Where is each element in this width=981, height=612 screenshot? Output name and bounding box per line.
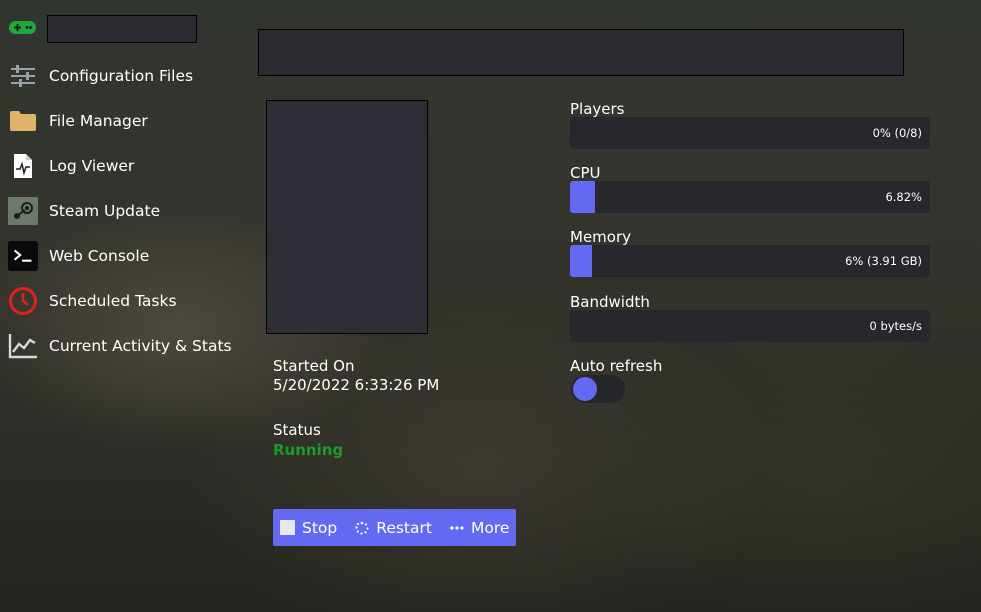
log-file-icon	[8, 151, 38, 181]
restart-button[interactable]: Restart	[355, 509, 432, 546]
restart-label: Restart	[376, 518, 432, 537]
bandwidth-label: Bandwidth	[570, 293, 650, 311]
stop-button[interactable]: Stop	[273, 509, 337, 546]
cpu-bar-fill	[570, 181, 595, 213]
sidebar-item-current-activity[interactable]: Current Activity & Stats	[0, 323, 240, 368]
server-image-redacted	[266, 100, 428, 334]
sidebar-item-label: File Manager	[49, 111, 148, 130]
sidebar-item-steam-update[interactable]: Steam Update	[0, 188, 240, 233]
more-button[interactable]: More	[450, 509, 509, 546]
sidebar-item-label: Scheduled Tasks	[49, 291, 177, 310]
server-action-bar: Stop Restart More	[273, 509, 516, 546]
sidebar-item-file-manager[interactable]: File Manager	[0, 98, 240, 143]
sliders-icon	[8, 61, 38, 91]
sidebar-item-label: Web Console	[49, 246, 150, 265]
restart-icon	[355, 521, 369, 535]
bandwidth-value: 0 bytes/s	[869, 319, 922, 333]
server-name-redacted	[47, 15, 197, 43]
stop-label: Stop	[302, 518, 338, 537]
sidebar-item-log-viewer[interactable]: Log Viewer	[0, 143, 240, 188]
memory-label: Memory	[570, 228, 632, 246]
sidebar-item-label: Configuration Files	[49, 66, 194, 85]
more-label: More	[470, 518, 510, 537]
memory-bar-fill	[570, 245, 592, 277]
cpu-label: CPU	[570, 164, 601, 182]
clock-icon	[8, 286, 38, 316]
cpu-value: 6.82%	[885, 190, 922, 204]
sidebar-item-label: Current Activity & Stats	[49, 336, 232, 355]
started-on-value: 5/20/2022 6:33:26 PM	[273, 376, 440, 394]
cpu-bar: 6.82%	[570, 181, 930, 213]
sidebar-item-web-console[interactable]: Web Console	[0, 233, 240, 278]
page-title-redacted	[258, 29, 904, 76]
stop-icon	[280, 520, 295, 535]
sidebar-item-scheduled-tasks[interactable]: Scheduled Tasks	[0, 278, 240, 323]
toggle-knob	[573, 377, 597, 401]
gamepad-icon	[9, 19, 36, 36]
players-bar: 0% (0/8)	[570, 117, 930, 149]
players-label: Players	[570, 100, 625, 118]
started-on-label: Started On	[273, 357, 355, 375]
status-label: Status	[273, 421, 321, 439]
players-value: 0% (0/8)	[872, 126, 922, 140]
sidebar-item-label: Log Viewer	[49, 156, 135, 175]
auto-refresh-toggle[interactable]	[571, 375, 625, 403]
sidebar-item-configuration-files[interactable]: Configuration Files	[0, 53, 240, 98]
auto-refresh-label: Auto refresh	[570, 357, 663, 375]
chart-icon	[8, 331, 38, 361]
steam-icon	[8, 196, 38, 226]
bandwidth-bar: 0 bytes/s	[570, 310, 930, 342]
memory-bar: 6% (3.91 GB)	[570, 245, 930, 277]
sidebar-item-label: Steam Update	[49, 201, 161, 220]
terminal-icon	[8, 240, 38, 271]
memory-value: 6% (3.91 GB)	[845, 254, 922, 268]
status-value: Running	[273, 441, 344, 459]
more-icon	[450, 525, 464, 530]
folder-icon	[8, 106, 38, 136]
